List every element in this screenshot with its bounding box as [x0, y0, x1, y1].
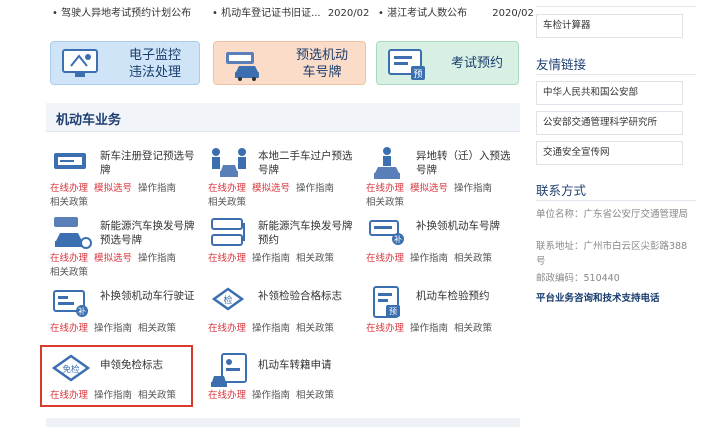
link-online[interactable]: 在线办理 [50, 253, 88, 264]
sidebar-calc-link[interactable]: 车检计算器 [536, 14, 683, 38]
news-item-1[interactable]: • 驾驶人异地考试预约计划公布 [52, 4, 191, 19]
link-policy[interactable]: 相关政策 [366, 197, 404, 208]
banner-plate-preselect-label: 预选机动 车号牌 [295, 48, 348, 80]
link-guide[interactable]: 操作指南 [252, 253, 290, 264]
plate-icon [50, 145, 92, 183]
service-inspection-mark[interactable]: 检 补领检验合格标志 在线办理 操作指南 相关政策 [204, 285, 364, 349]
service-relocation-in[interactable]: 异地转（迁）入预选号牌 在线办理 模拟选号 操作指南相关政策 [362, 145, 522, 209]
contact-address: 联系地址：广州市白云区尖彭路388号 [536, 241, 688, 267]
news-item-2[interactable]: • 机动车登记证书旧证... 2020/02 [212, 4, 369, 19]
banner-e-monitor-label: 电子监控 违法处理 [128, 48, 181, 80]
link-online[interactable]: 在线办理 [208, 323, 246, 334]
friend-links-title: 友情链接 [536, 57, 587, 72]
svg-text:检: 检 [223, 294, 232, 306]
link-guide[interactable]: 操作指南 [138, 253, 176, 264]
link-online[interactable]: 在线办理 [50, 183, 88, 194]
link-policy[interactable]: 相关政策 [454, 253, 492, 264]
section-footer-bar [46, 418, 520, 427]
link-online[interactable]: 在线办理 [50, 323, 88, 334]
link-guide[interactable]: 操作指南 [138, 183, 176, 194]
contact-support-line[interactable]: 平台业务咨询和技术支持电话 [536, 290, 660, 304]
link-guide[interactable]: 操作指南 [410, 253, 448, 264]
sidebar-divider [536, 6, 696, 7]
link-policy[interactable]: 相关政策 [454, 323, 492, 334]
section-title: 机动车业务 [56, 113, 122, 128]
ev-car-icon [50, 215, 92, 253]
svg-text:补: 补 [394, 234, 402, 244]
news-item-3[interactable]: • 湛江考试人数公布 2020/02 [378, 4, 534, 19]
link-policy[interactable]: 相关政策 [50, 267, 88, 278]
friend-link-safety-site[interactable]: 交通安全宣传网 [536, 141, 683, 165]
link-policy[interactable]: 相关政策 [296, 390, 334, 401]
link-simulate[interactable]: 模拟选号 [94, 253, 132, 264]
banner-exam-booking-label: 考试预约 [450, 56, 503, 71]
link-guide[interactable]: 操作指南 [94, 390, 132, 401]
link-policy[interactable]: 相关政策 [50, 197, 88, 208]
form-booking-icon: 预 [387, 48, 427, 86]
inspection-badge-icon: 检 [208, 285, 250, 323]
service-ev-plate-booking[interactable]: 新能源汽车换发号牌预约 在线办理 操作指南 相关政策 [204, 215, 364, 279]
service-inspection-booking[interactable]: 预 机动车检验预约 在线办理 操作指南 相关政策 [362, 285, 522, 349]
link-policy[interactable]: 相关政策 [208, 197, 246, 208]
service-used-car-transfer[interactable]: 本地二手车过户预选号牌 在线办理 模拟选号 操作指南相关政策 [204, 145, 364, 209]
link-policy[interactable]: 相关政策 [296, 253, 334, 264]
link-online[interactable]: 在线办理 [366, 183, 404, 194]
link-policy[interactable]: 相关政策 [138, 323, 176, 334]
car-plate-icon [224, 48, 266, 86]
link-online[interactable]: 在线办理 [208, 253, 246, 264]
service-replace-plate[interactable]: 补 补换领机动车号牌 在线办理 操作指南 相关政策 [362, 215, 522, 279]
link-online[interactable]: 在线办理 [366, 253, 404, 264]
link-simulate[interactable]: 模拟选号 [252, 183, 290, 194]
link-guide[interactable]: 操作指南 [94, 323, 132, 334]
section-header-vehicle-business: 机动车业务 [46, 103, 520, 132]
banner-plate-preselect[interactable]: 预选机动 车号牌 [213, 41, 366, 85]
contact-unit: 单位名称：广东省公安厅交通管理局 [536, 209, 689, 220]
banner-exam-booking[interactable]: 预 考试预约 [376, 41, 519, 85]
friend-link-mps[interactable]: 中华人民共和国公安部 [536, 81, 683, 105]
people-car-icon [208, 145, 250, 183]
transfer-doc-icon [208, 352, 250, 390]
friend-link-traffic-institute[interactable]: 公安部交通管理科学研究所 [536, 111, 683, 135]
contact-postcode: 邮政编码：510440 [536, 273, 620, 284]
link-simulate[interactable]: 模拟选号 [410, 183, 448, 194]
license-card-icon: 补 [50, 285, 92, 323]
link-simulate[interactable]: 模拟选号 [94, 183, 132, 194]
link-guide[interactable]: 操作指南 [296, 183, 334, 194]
link-online[interactable]: 在线办理 [366, 323, 404, 334]
contact-title: 联系方式 [536, 183, 587, 198]
svg-text:补: 补 [78, 306, 86, 316]
sidebar-divider [536, 200, 696, 201]
service-replace-license[interactable]: 补 补换领机动车行驶证 在线办理 操作指南 相关政策 [46, 285, 206, 349]
sidebar-divider [536, 74, 696, 75]
link-online[interactable]: 在线办理 [50, 390, 88, 401]
monitor-icon [61, 48, 99, 84]
link-online[interactable]: 在线办理 [208, 183, 246, 194]
link-online[interactable]: 在线办理 [208, 390, 246, 401]
exemption-badge-icon: 免检 [50, 352, 92, 390]
person-car-icon [366, 145, 408, 183]
booking-doc-icon: 预 [366, 285, 408, 323]
plate-swap-icon [208, 215, 250, 253]
link-policy[interactable]: 相关政策 [296, 323, 334, 334]
link-guide[interactable]: 操作指南 [252, 323, 290, 334]
link-guide[interactable]: 操作指南 [454, 183, 492, 194]
service-new-car-plate[interactable]: 新车注册登记预选号牌 在线办理 模拟选号 操作指南相关政策 [46, 145, 206, 209]
service-exemption-mark[interactable]: 免检 申领免检标志 在线办理 操作指南 相关政策 [46, 352, 206, 416]
banner-e-monitor[interactable]: 电子监控 违法处理 [50, 41, 200, 85]
link-policy[interactable]: 相关政策 [138, 390, 176, 401]
svg-text:预: 预 [413, 69, 422, 80]
svg-text:免检: 免检 [62, 364, 80, 375]
plate-replace-icon: 补 [366, 215, 408, 253]
service-transfer-registration[interactable]: 机动车转籍申请 在线办理 操作指南 相关政策 [204, 352, 364, 416]
link-guide[interactable]: 操作指南 [252, 390, 290, 401]
service-ev-plate-preselect[interactable]: 新能源汽车换发号牌预选号牌 在线办理 模拟选号 操作指南相关政策 [46, 215, 206, 279]
link-guide[interactable]: 操作指南 [410, 323, 448, 334]
svg-text:预: 预 [389, 306, 397, 316]
